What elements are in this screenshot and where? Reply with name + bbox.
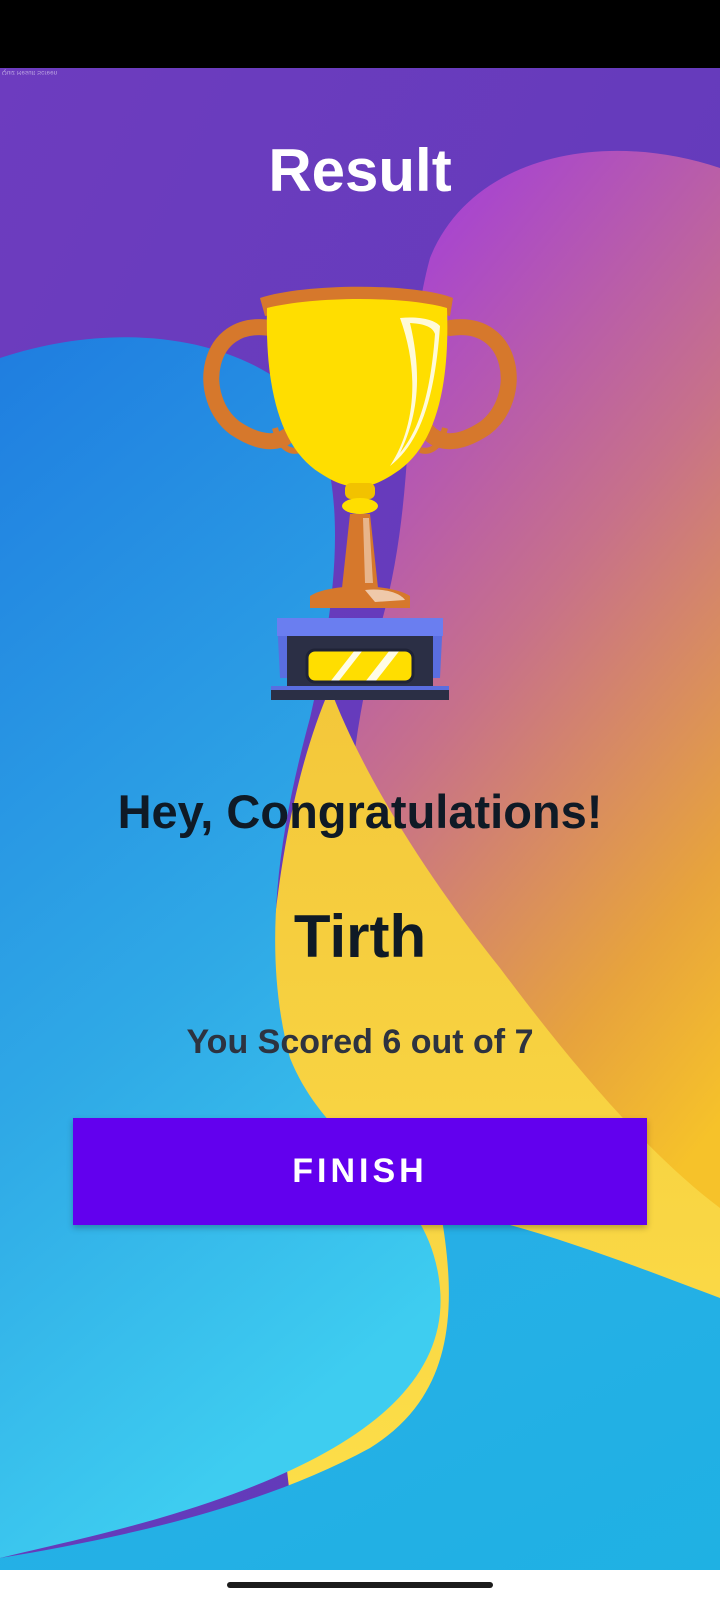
score-text: You Scored 6 out of 7 <box>186 1023 534 1061</box>
page-title: Result <box>268 137 452 204</box>
user-name: Tirth <box>293 903 427 970</box>
congrats-heading: Hey, Congratulations! <box>117 785 603 838</box>
home-indicator[interactable] <box>227 1582 493 1588</box>
finish-button[interactable]: FINISH <box>73 1118 647 1225</box>
navigation-bar <box>0 1570 720 1600</box>
trophy-icon <box>203 286 517 700</box>
result-screen: Quiz Result Screen Result Hey, Congratul… <box>0 68 720 1570</box>
status-bar <box>0 0 720 68</box>
debug-label: Quiz Result Screen <box>2 69 58 75</box>
